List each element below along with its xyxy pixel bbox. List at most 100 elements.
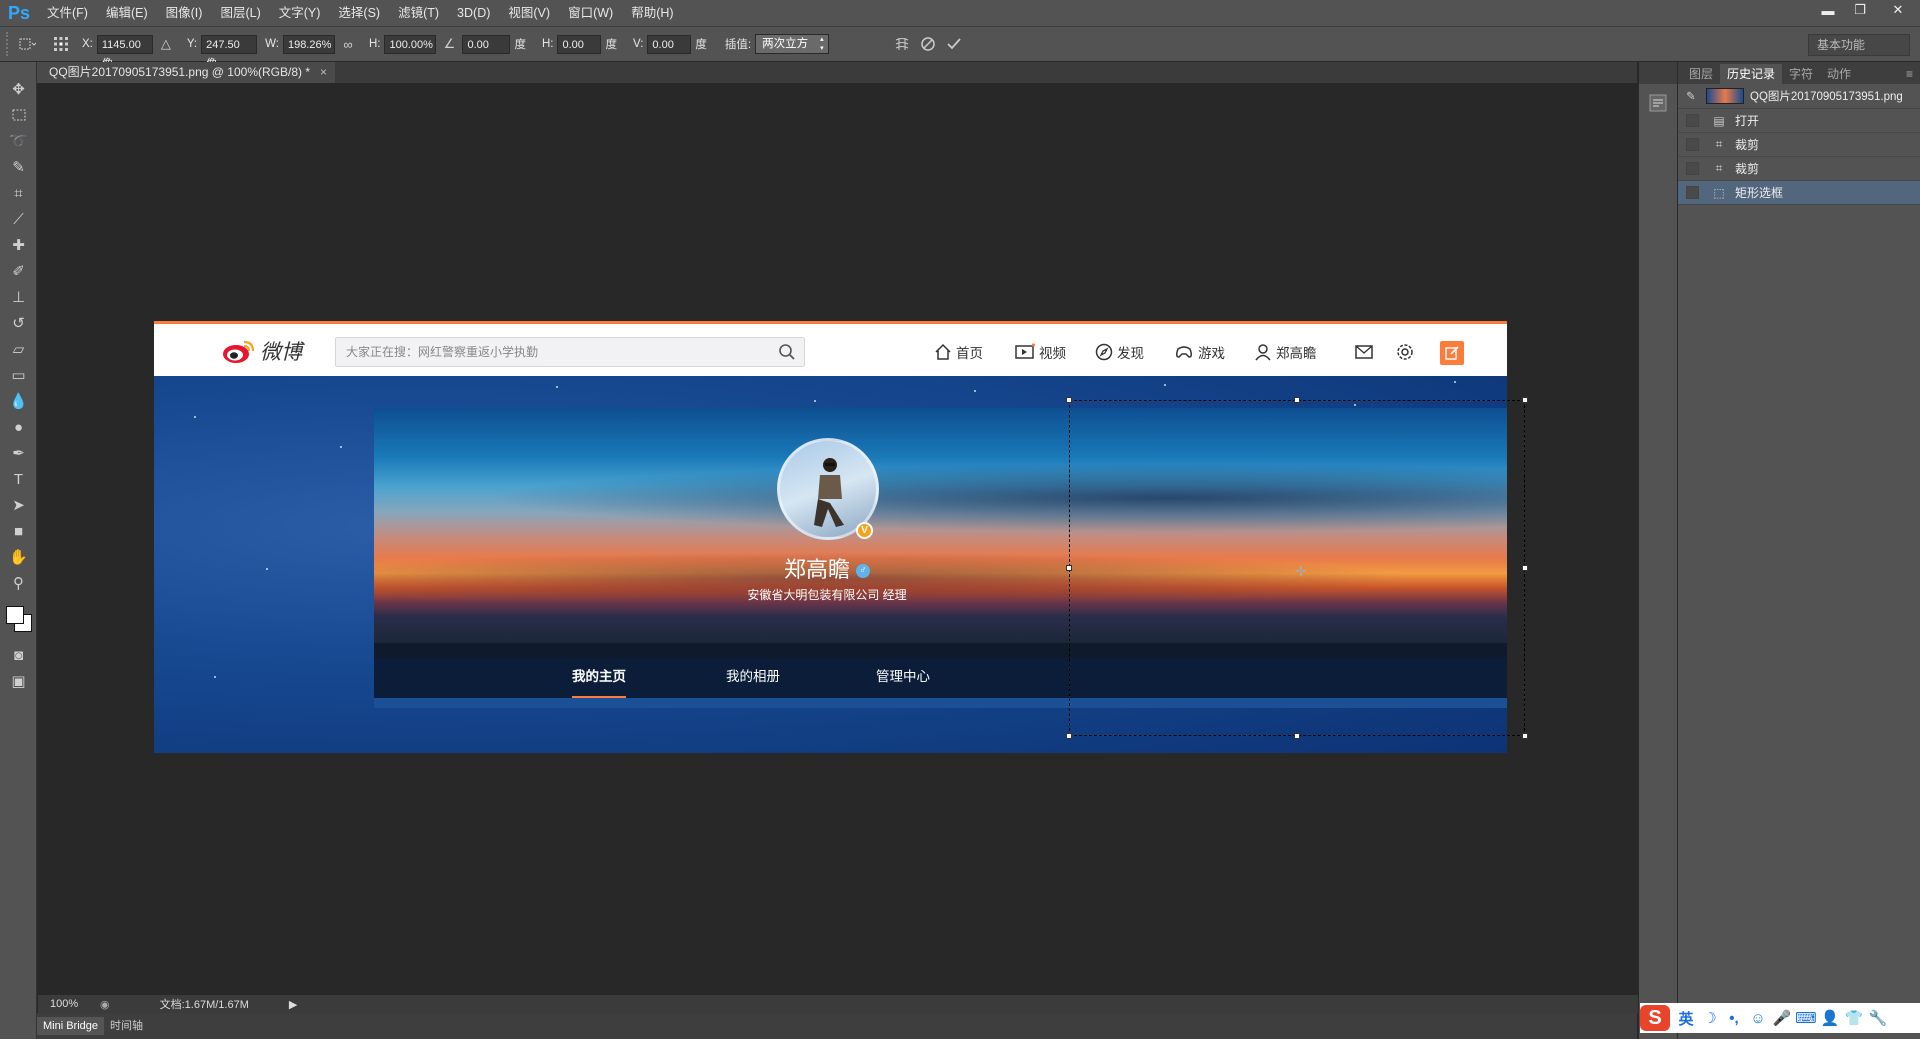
tab-mini-bridge[interactable]: Mini Bridge — [37, 1017, 105, 1035]
tab-history[interactable]: 历史记录 — [1720, 64, 1783, 84]
weibo-nav-games[interactable]: 游戏 — [1174, 342, 1225, 362]
tab-actions[interactable]: 动作 — [1820, 64, 1858, 84]
weibo-nav-video[interactable]: 视频 — [1015, 342, 1066, 362]
rectangle-tool-icon[interactable]: ■ — [0, 518, 37, 544]
hand-tool-icon[interactable]: ✋ — [0, 544, 37, 570]
quick-mask-icon[interactable]: ◙ — [0, 642, 37, 668]
tab-timeline[interactable]: 时间轴 — [104, 1017, 149, 1035]
height-field[interactable]: 100.00% — [384, 34, 437, 54]
document-tab[interactable]: QQ图片20170905173951.png @ 100%(RGB/8) * × — [37, 62, 336, 83]
tab-my-home[interactable]: 我的主页 — [572, 658, 626, 698]
screen-mode-icon[interactable]: ▣ — [0, 668, 37, 694]
menu-3d[interactable]: 3D(D) — [448, 0, 499, 26]
emoji-icon[interactable]: ☺ — [1746, 1006, 1770, 1030]
menu-window[interactable]: 窗口(W) — [559, 0, 622, 26]
workspace-select[interactable]: 基本功能 — [1808, 34, 1910, 56]
transform-handle-t[interactable] — [1294, 397, 1300, 403]
panel-menu-icon[interactable]: ≡ — [1899, 64, 1920, 84]
transform-handle-b[interactable] — [1294, 733, 1300, 739]
menu-layer[interactable]: 图层(L) — [211, 0, 269, 26]
type-tool-icon[interactable]: T — [0, 466, 37, 492]
history-state-crop-2[interactable]: ⌗ 裁剪 — [1678, 157, 1920, 181]
delta-icon[interactable]: △ — [153, 33, 179, 55]
weibo-nav-discover[interactable]: 发现 — [1095, 342, 1144, 362]
wrench-icon[interactable]: 🔧 — [1866, 1006, 1890, 1030]
menu-edit[interactable]: 编辑(E) — [97, 0, 157, 26]
transform-center-crosshair-icon[interactable]: ✛ — [1295, 563, 1307, 580]
properties-panel-icon[interactable] — [1649, 94, 1667, 112]
skew-h-field[interactable]: 0.00 — [557, 34, 602, 54]
eraser-tool-icon[interactable]: ▱ — [0, 336, 37, 362]
commit-transform-icon[interactable] — [941, 33, 967, 55]
healing-brush-tool-icon[interactable]: ✚ — [0, 232, 37, 258]
pen-tool-icon[interactable]: ✒ — [0, 440, 37, 466]
history-state-crop-1[interactable]: ⌗ 裁剪 — [1678, 133, 1920, 157]
quick-selection-tool-icon[interactable]: ✎ — [0, 154, 37, 180]
history-state-open[interactable]: ▤ 打开 — [1678, 109, 1920, 133]
transform-handle-bl[interactable] — [1066, 733, 1072, 739]
transform-handle-r[interactable] — [1522, 565, 1528, 571]
interpolation-select[interactable]: 两次立方 — [755, 34, 830, 54]
menu-view[interactable]: 视图(V) — [499, 0, 559, 26]
compose-button[interactable] — [1440, 341, 1464, 365]
blur-tool-icon[interactable]: 💧 — [0, 388, 37, 414]
menu-select[interactable]: 选择(S) — [329, 0, 389, 26]
gear-icon[interactable] — [1396, 343, 1414, 361]
menu-help[interactable]: 帮助(H) — [622, 0, 682, 26]
eyedropper-tool-icon[interactable]: ⟋ — [0, 206, 37, 232]
punctuation-icon[interactable]: •, — [1722, 1006, 1746, 1030]
search-icon[interactable] — [778, 343, 796, 361]
options-grip[interactable] — [6, 32, 14, 56]
restore-button[interactable]: ❐ — [1844, 0, 1876, 20]
crop-tool-icon[interactable]: ⌗ — [0, 180, 37, 206]
foreground-color-swatch[interactable] — [6, 606, 24, 624]
status-share-icon[interactable]: ◉ — [100, 998, 110, 1011]
user-center-icon[interactable]: 👤 — [1818, 1006, 1842, 1030]
weibo-search-input[interactable]: 大家正在搜：网红警察重返小学执勤 — [335, 337, 805, 367]
clone-stamp-tool-icon[interactable]: ⊥ — [0, 284, 37, 310]
warp-mode-icon[interactable] — [889, 33, 915, 55]
gradient-tool-icon[interactable]: ▭ — [0, 362, 37, 388]
history-brush-source-icon[interactable]: ✎ — [1686, 89, 1700, 103]
width-field[interactable]: 198.26% — [282, 34, 335, 54]
weibo-nav-home[interactable]: 首页 — [934, 342, 983, 362]
menu-type[interactable]: 文字(Y) — [270, 0, 330, 26]
tab-my-album[interactable]: 我的相册 — [726, 658, 780, 696]
weibo-nav-profile[interactable]: 郑高瞻 — [1254, 342, 1317, 362]
sogou-logo-icon[interactable]: S — [1640, 1005, 1670, 1031]
cancel-transform-icon[interactable] — [915, 33, 941, 55]
dodge-tool-icon[interactable]: ● — [0, 414, 37, 440]
transform-handle-br[interactable] — [1522, 733, 1528, 739]
zoom-level-field[interactable]: 100% — [38, 998, 90, 1010]
menu-filter[interactable]: 滤镜(T) — [389, 0, 448, 26]
tab-admin-center[interactable]: 管理中心 — [876, 658, 930, 696]
link-icon[interactable]: ∞ — [335, 33, 361, 55]
move-tool-icon[interactable]: ✥ — [0, 76, 37, 102]
transform-handle-tl[interactable] — [1066, 397, 1072, 403]
zoom-tool-icon[interactable]: ⚲ — [0, 570, 37, 596]
transform-handle-l[interactable] — [1066, 565, 1072, 571]
skew-v-field[interactable]: 0.00 — [647, 34, 692, 54]
tab-layers[interactable]: 图层 — [1682, 64, 1720, 84]
marquee-tool-icon[interactable] — [0, 102, 37, 128]
lasso-tool-icon[interactable]: ➰ — [0, 128, 37, 154]
close-window-button[interactable]: ✕ — [1876, 0, 1920, 20]
transform-tool-preset-icon[interactable] — [14, 33, 40, 55]
history-state-rect-marquee[interactable]: ⬚ 矩形选框 — [1678, 181, 1920, 205]
moon-icon[interactable]: ☽ — [1698, 1006, 1722, 1030]
menu-image[interactable]: 图像(I) — [157, 0, 212, 26]
x-position-field[interactable]: 1145.00 像 — [96, 34, 153, 70]
history-brush-tool-icon[interactable]: ↺ — [0, 310, 37, 336]
reference-point-icon[interactable] — [48, 33, 74, 55]
keyboard-icon[interactable]: ⌨ — [1794, 1006, 1818, 1030]
ime-mode-toggle[interactable]: 英 — [1674, 1006, 1698, 1030]
y-position-field[interactable]: 247.50 像 — [201, 34, 258, 70]
brush-tool-icon[interactable]: ✐ — [0, 258, 37, 284]
status-menu-arrow-icon[interactable]: ▶ — [289, 998, 297, 1011]
minimize-button[interactable]: ▬ — [1812, 0, 1844, 20]
menu-file[interactable]: 文件(F) — [38, 0, 97, 26]
rotate-field[interactable]: 0.00 — [462, 34, 511, 54]
history-snapshot[interactable]: ✎ QQ图片20170905173951.png — [1678, 84, 1920, 109]
microphone-icon[interactable]: 🎤 — [1770, 1006, 1794, 1030]
skin-icon[interactable]: 👕 — [1842, 1006, 1866, 1030]
